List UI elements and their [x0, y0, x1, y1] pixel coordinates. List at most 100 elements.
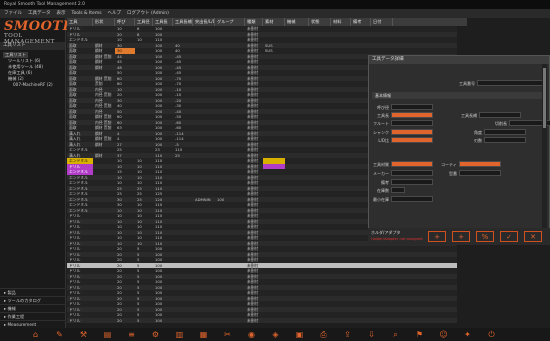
- box-icon[interactable]: ▤: [102, 330, 113, 339]
- logo-title: SMOOTH: [4, 19, 76, 34]
- home-icon[interactable]: ⌂: [30, 330, 41, 339]
- table-row[interactable]: ドリル 20 5 100 未割付: [67, 317, 457, 324]
- panel-button-4[interactable]: ✕: [524, 231, 542, 242]
- field-label: フルート長: [373, 121, 389, 126]
- logo: SMOOTH TOOL MANAGEMENT: [0, 18, 76, 45]
- column-header[interactable]: 備考: [351, 18, 371, 26]
- field-input[interactable]: [391, 161, 433, 167]
- field-label: L/D比: [378, 138, 389, 143]
- window-title: Royal Smooth Tool Management 2.0: [0, 0, 550, 9]
- panel-button-3[interactable]: ✓: [500, 231, 518, 242]
- sidebar-nav-item[interactable]: ▸ Measurement: [0, 320, 66, 328]
- table-cell: [371, 318, 393, 324]
- table-cell: ドリル: [69, 317, 81, 323]
- print-icon[interactable]: ⎙: [318, 330, 329, 340]
- table-cell: [351, 318, 371, 324]
- sidebar-nav-label: Measurement: [7, 322, 37, 327]
- filter-icon[interactable]: ⚑: [414, 330, 425, 339]
- panel-button-2[interactable]: %: [476, 231, 494, 242]
- section-basic[interactable]: 基本情報: [372, 92, 542, 99]
- column-header[interactable]: 呼び: [115, 18, 135, 26]
- tree-item-label: 機械 (2): [8, 76, 24, 81]
- field-label: 最小在庫: [373, 197, 389, 202]
- menu-item[interactable]: 工具データ: [28, 9, 51, 18]
- column-header[interactable]: 工具長補正: [173, 18, 193, 26]
- menu-item[interactable]: 表示: [57, 9, 66, 18]
- field-input[interactable]: [459, 161, 501, 167]
- panel-scrollbar[interactable]: [542, 64, 547, 244]
- field-input[interactable]: [479, 112, 521, 118]
- field-label: 工具長: [377, 113, 389, 118]
- field-label: コーティング: [441, 162, 457, 167]
- table-cell: [193, 318, 215, 324]
- field-input[interactable]: [391, 179, 433, 185]
- column-header[interactable]: 突出長/L/D: [193, 18, 215, 26]
- field-input[interactable]: [391, 137, 433, 143]
- panel-button-1[interactable]: +: [452, 231, 470, 242]
- table-cell: [285, 318, 309, 324]
- column-header[interactable]: 材料: [331, 18, 351, 26]
- sidebar-nav-item[interactable]: ▸ 機械: [0, 304, 66, 312]
- column-header[interactable]: 工具長: [153, 18, 173, 26]
- column-header[interactable]: グループ: [215, 18, 245, 26]
- wrench-icon[interactable]: ✎: [54, 330, 65, 339]
- sidebar-nav-label: 製品: [7, 290, 16, 295]
- clipboard-icon[interactable]: ▣: [294, 330, 305, 339]
- insert-icon[interactable]: ◈: [270, 330, 281, 339]
- menu-item[interactable]: ヘルプ: [108, 9, 122, 18]
- menu-item[interactable]: ログアウト (Admin): [127, 9, 169, 18]
- table-cell: 20: [117, 317, 122, 323]
- sidebar-nav-item[interactable]: ▸ ツールのカタログ: [0, 296, 66, 304]
- tool-number-field[interactable]: [477, 80, 543, 86]
- search-icon[interactable]: ⌕: [390, 330, 401, 340]
- column-header[interactable]: 種類: [245, 18, 263, 26]
- table-cell: [263, 318, 285, 324]
- calendar-icon[interactable]: ▦: [198, 330, 209, 339]
- tree-item-label: 未使用ツール (48): [8, 64, 44, 69]
- column-header[interactable]: 素材: [263, 18, 285, 26]
- scrollbar-thumb[interactable]: [543, 68, 546, 128]
- field-input[interactable]: [391, 129, 433, 135]
- tool-icon[interactable]: ✂: [222, 330, 233, 339]
- tree-item-label: ツールリスト (6): [8, 58, 41, 63]
- field-input[interactable]: [484, 129, 526, 135]
- menu-item[interactable]: ファイル: [4, 9, 22, 18]
- sidebar: SMOOTH TOOL MANAGEMENT 工具リスト 工具リスト ツールリスト…: [0, 18, 76, 328]
- export-icon[interactable]: ⇪: [342, 330, 353, 339]
- chart-icon[interactable]: ▥: [174, 330, 185, 339]
- field-input[interactable]: [391, 170, 433, 176]
- import-icon[interactable]: ⇩: [366, 330, 377, 339]
- list-icon[interactable]: ≡: [126, 330, 137, 339]
- field-label: シャンク径: [373, 130, 389, 135]
- field-input[interactable]: [391, 187, 405, 193]
- gear-icon[interactable]: ⚙: [150, 330, 161, 339]
- panel-button-0[interactable]: +: [428, 231, 446, 242]
- spindle-icon[interactable]: ◉: [246, 330, 257, 339]
- table-cell: [215, 318, 245, 324]
- panel-title: 工具データ詳細: [369, 56, 549, 64]
- drill-icon[interactable]: ⚒: [78, 330, 89, 339]
- lock-icon[interactable]: ✦: [462, 330, 473, 339]
- field-input[interactable]: [391, 196, 433, 202]
- column-header[interactable]: 日付: [371, 18, 393, 26]
- column-header[interactable]: 状態: [309, 18, 331, 26]
- sidebar-nav-label: 作業工程: [7, 314, 25, 319]
- column-header[interactable]: 工具径: [135, 18, 153, 26]
- column-header[interactable]: 工具: [67, 18, 93, 26]
- sidebar-nav-item[interactable]: ▸ 製品: [0, 288, 66, 296]
- power-icon[interactable]: ⏻: [486, 330, 497, 340]
- field-label: 工具長補正: [461, 113, 477, 118]
- sidebar-nav: ▸ 製品 ▸ ツールのカタログ ▸ 機械 ▸ 作業工程 ▸ Measurement: [0, 288, 66, 328]
- menu-item[interactable]: Tools & Items: [72, 9, 102, 18]
- user-icon[interactable]: ☺: [438, 330, 449, 339]
- field-input[interactable]: [391, 104, 433, 110]
- column-header[interactable]: 形状: [93, 18, 115, 26]
- field-input[interactable]: [391, 120, 433, 126]
- table-cell: 5: [137, 317, 140, 323]
- sidebar-nav-item[interactable]: ▸ 作業工程: [0, 312, 66, 320]
- tree-item[interactable]: 007-MachineRF (2): [3, 82, 65, 88]
- field-input[interactable]: [484, 137, 526, 143]
- field-input[interactable]: [459, 170, 501, 176]
- column-header[interactable]: 機械: [285, 18, 309, 26]
- field-input[interactable]: [391, 112, 433, 118]
